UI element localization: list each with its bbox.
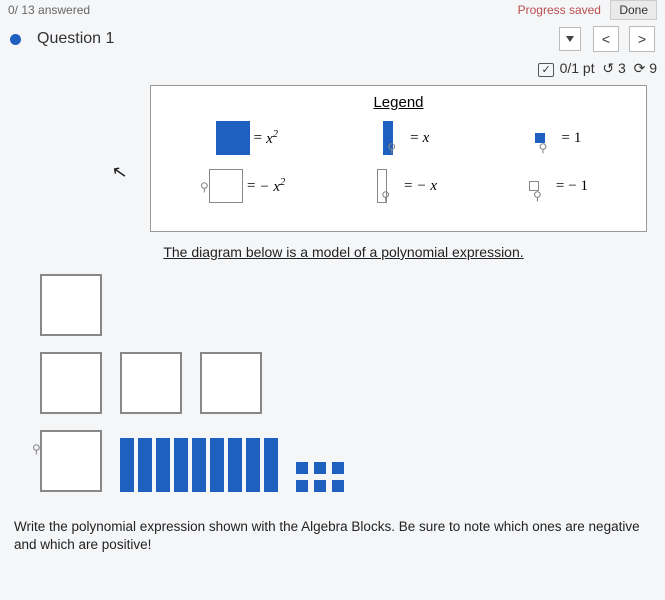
tile-x-block bbox=[120, 438, 134, 492]
tile-1-block bbox=[332, 480, 344, 492]
unit-tiles-group bbox=[296, 462, 344, 492]
x-bars-group bbox=[120, 438, 278, 492]
done-button[interactable]: Done bbox=[610, 0, 657, 20]
tile-1-block bbox=[296, 462, 308, 474]
eq-label: = bbox=[561, 130, 569, 147]
magnifier-icon: ⚲ bbox=[387, 141, 396, 156]
tile-neg-x2-block bbox=[40, 352, 102, 414]
magnifier-icon: ⚲ bbox=[533, 189, 542, 204]
legend-row-positive: = x2 ⚲ = x ⚲ = 1 bbox=[163, 121, 634, 155]
question-dropdown[interactable] bbox=[559, 27, 581, 51]
legend-item-1: ⚲ = 1 bbox=[535, 130, 582, 147]
score-bar: 0/1 pt ↺ 3 ⟳ 9 bbox=[0, 58, 665, 85]
cursor-icon: ↖ bbox=[110, 161, 129, 184]
tile-1-block bbox=[314, 462, 326, 474]
diagram-subtitle: The diagram below is a model of a polyno… bbox=[40, 244, 647, 260]
magnifier-icon: ⚲ bbox=[381, 189, 390, 204]
chevron-down-icon bbox=[566, 36, 574, 42]
legend-item-x: ⚲ = x bbox=[383, 121, 429, 155]
tile-neg-x2-block bbox=[200, 352, 262, 414]
tile-x2-icon bbox=[216, 121, 250, 155]
tile-neg-x2-block bbox=[40, 274, 102, 336]
legend-item-x2: = x2 bbox=[216, 121, 278, 155]
tile-neg-x2-block bbox=[120, 352, 182, 414]
legend-item-neg-x: ⚲ = − x bbox=[377, 169, 437, 203]
tile-x-block bbox=[174, 438, 188, 492]
legend-neg-pre: − bbox=[259, 179, 273, 195]
tile-x-block bbox=[264, 438, 278, 492]
question-title: Question 1 bbox=[37, 30, 114, 48]
retry-count: 3 bbox=[618, 60, 626, 76]
legend-title: Legend bbox=[163, 94, 634, 111]
eq-label: = bbox=[410, 130, 418, 147]
tile-1-block bbox=[332, 462, 344, 474]
legend-item-neg-x2: ⚲ = − x2 bbox=[209, 169, 285, 203]
answered-count: 0/ 13 answered bbox=[8, 3, 90, 17]
question-prompt: Write the polynomial expression shown wi… bbox=[0, 508, 665, 554]
legend-item-neg-1: ⚲ = − 1 bbox=[529, 178, 588, 195]
eq-label: = bbox=[404, 178, 412, 195]
tile-x-block bbox=[156, 438, 170, 492]
tile-x-block bbox=[246, 438, 260, 492]
tile-neg-x2-block: ⚲ bbox=[40, 430, 102, 492]
tile-x-block bbox=[210, 438, 224, 492]
legend-box: Legend = x2 ⚲ = x ⚲ = 1 ⚲ = − x2 bbox=[150, 85, 647, 232]
diagram-area: ⚲ bbox=[0, 268, 665, 492]
tile-1-block bbox=[296, 480, 308, 492]
magnifier-icon: ⚲ bbox=[200, 180, 240, 202]
legend-neg-x-var: − x bbox=[417, 178, 438, 195]
cycle-icon: ⟳ bbox=[634, 60, 646, 76]
legend-neg-1-var: − 1 bbox=[568, 178, 588, 195]
retry-icon: ↺ bbox=[602, 60, 614, 76]
eq-label: = bbox=[556, 178, 564, 195]
tile-x-block bbox=[192, 438, 206, 492]
eq-label: = bbox=[254, 130, 262, 147]
magnifier-icon: ⚲ bbox=[32, 442, 98, 490]
points-label: 0/1 pt bbox=[560, 60, 595, 76]
cycle-count: 9 bbox=[649, 60, 657, 76]
tile-neg-x2-icon: ⚲ bbox=[209, 169, 243, 203]
progress-saved-label: Progress saved bbox=[518, 3, 601, 17]
check-icon bbox=[538, 60, 555, 76]
eq-label: = bbox=[247, 178, 255, 195]
legend-neg-x2-var: x bbox=[273, 179, 280, 195]
legend-neg-x2-exp: 2 bbox=[280, 177, 285, 188]
legend-x-var: x bbox=[423, 130, 430, 147]
legend-1-var: 1 bbox=[574, 130, 582, 147]
tile-x-block bbox=[138, 438, 152, 492]
status-dot-icon bbox=[10, 34, 21, 45]
next-question-button[interactable]: > bbox=[629, 26, 655, 52]
prev-question-button[interactable]: < bbox=[593, 26, 619, 52]
legend-x2-exp: 2 bbox=[273, 129, 278, 140]
legend-x2-var: x bbox=[266, 131, 273, 147]
magnifier-icon: ⚲ bbox=[539, 141, 548, 156]
tile-1-block bbox=[314, 480, 326, 492]
tile-x-block bbox=[228, 438, 242, 492]
legend-row-negative: ⚲ = − x2 ⚲ = − x ⚲ = − 1 bbox=[163, 169, 634, 203]
